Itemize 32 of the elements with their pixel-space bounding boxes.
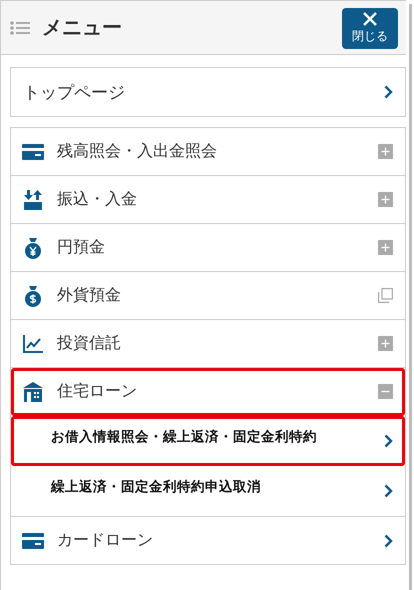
menu-item[interactable]: 投資信託: [11, 320, 405, 368]
collapse-icon[interactable]: [378, 384, 393, 399]
chevron-right-icon: [384, 484, 393, 498]
menu-item[interactable]: 円預金: [11, 224, 405, 272]
card-icon: [22, 144, 44, 160]
card-icon: [22, 532, 44, 548]
expand-icon[interactable]: [378, 336, 393, 351]
menu-list-icon: [10, 20, 30, 34]
menu-item[interactable]: カードローン: [11, 517, 405, 565]
expand-icon[interactable]: [378, 240, 393, 255]
chevron-right-icon: [384, 434, 393, 448]
transfer-icon: [24, 190, 42, 210]
menu-item[interactable]: 残高照会・入出金照会: [11, 128, 405, 176]
menu-item[interactable]: 住宅ローン: [11, 368, 405, 416]
menu-title: メニュー: [42, 14, 123, 41]
expand-icon[interactable]: [378, 144, 393, 159]
money-bag-icon: [23, 284, 43, 306]
chart-icon: [23, 334, 43, 352]
money-bag-icon: [23, 236, 43, 258]
expand-icon[interactable]: [378, 192, 393, 207]
submenu-item[interactable]: 繰上返済・固定金利特約申込取消: [11, 466, 405, 516]
submenu-item[interactable]: お借入情報照会・繰上返済・固定金利特約: [11, 416, 405, 466]
building-icon: [23, 382, 43, 402]
close-button[interactable]: 閉じる: [342, 8, 398, 49]
scrollbar[interactable]: [408, 4, 412, 590]
chevron-right-icon: [384, 85, 393, 99]
new-window-icon[interactable]: [378, 288, 393, 303]
menu-item[interactable]: 外貨預金: [11, 272, 405, 320]
close-icon: [363, 12, 377, 26]
top-page-link[interactable]: トップページ: [10, 67, 406, 117]
menu-item[interactable]: 振込・入金: [11, 176, 405, 224]
chevron-right-icon: [384, 534, 393, 548]
